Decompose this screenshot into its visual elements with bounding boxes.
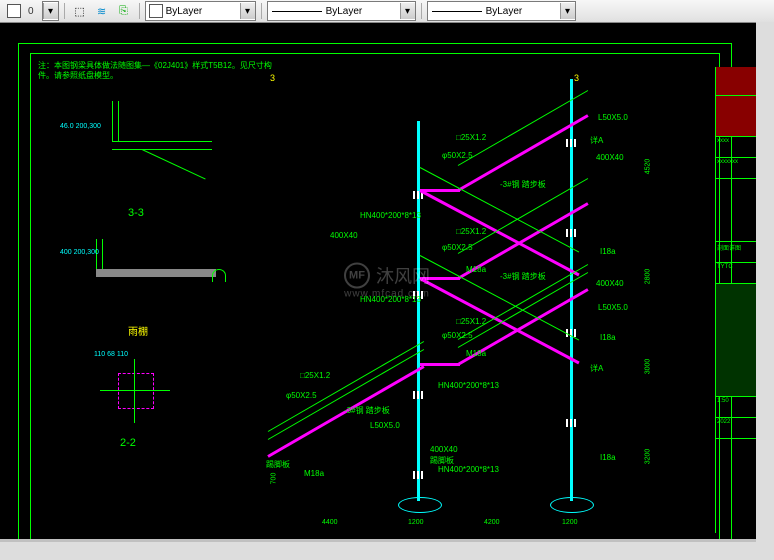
section-mark: 3 — [270, 73, 275, 83]
dim-label: 110 68 110 — [94, 351, 128, 358]
layer-swatch — [149, 4, 163, 18]
chevron-down-icon: ▾ — [43, 3, 58, 19]
separator — [421, 3, 422, 19]
dim-700: 700 — [270, 473, 277, 485]
coord-readout: 0 — [28, 6, 34, 17]
separator — [139, 3, 140, 19]
section-label-33: 3-3 — [128, 207, 144, 219]
anno-hn400: HN400*200*8*13 — [360, 295, 421, 304]
landing-3 — [420, 189, 460, 192]
dim-label: 400 200,300 — [60, 249, 99, 256]
drawing-canvas[interactable]: 注：本图钢梁具体做法随图集—《02J401》样式T5B12。见尺寸构件。请参照纸… — [0, 23, 774, 539]
lineweight-combo[interactable]: ByLayer ▾ — [427, 1, 576, 21]
anno-400x40: 400X40 — [430, 445, 458, 454]
dim-4200: 4200 — [484, 519, 500, 526]
column-base-1 — [398, 497, 442, 513]
anno-i18a: I18a — [600, 333, 616, 342]
anno-m18a: M18a — [304, 469, 324, 478]
anno-floor: -3#钢 踏步板 — [500, 271, 546, 282]
chevron-down-icon: ▾ — [400, 3, 415, 19]
steel-column-1 — [417, 121, 420, 501]
detail-3-3 — [52, 101, 232, 191]
dim-4520: 4520 — [644, 159, 651, 175]
anno-400x40: 400X40 — [330, 231, 358, 240]
anno-m18a: M18a — [466, 349, 486, 358]
dim-1200: 1200 — [408, 519, 424, 526]
section-label-22: 2-2 — [120, 437, 136, 449]
anno-phi50: φ50X2.5 — [286, 391, 317, 400]
anno-400x40: 400X40 — [596, 153, 624, 162]
anno-i18a: I18a — [600, 247, 616, 256]
linetype-preview — [272, 11, 322, 12]
chevron-down-icon: ▾ — [560, 3, 575, 19]
general-note: 注：本图钢梁具体做法随图集—《02J401》样式T5B12。见尺寸构件。请参照纸… — [38, 61, 278, 80]
dim-4400: 4400 — [322, 519, 338, 526]
dim-2800: 2800 — [644, 269, 651, 285]
landing-2 — [420, 277, 460, 280]
dim-label: 46.0 200,300 — [60, 123, 101, 130]
anno-hn400: HN400*200*8*13 — [438, 381, 499, 390]
layer-combo[interactable]: ByLayer ▾ — [145, 1, 256, 21]
color-combo[interactable]: ▾ — [42, 1, 59, 21]
landing-1 — [420, 363, 460, 366]
column-base-2 — [550, 497, 594, 513]
anno-sq25: □25X1.2 — [456, 227, 486, 236]
anno-phi50: φ50X2.5 — [442, 243, 473, 252]
section-label-yupeng: 雨棚 — [128, 323, 148, 338]
horizontal-scrollbar[interactable] — [0, 542, 756, 560]
lineweight-preview — [432, 11, 482, 12]
anno-l50: L50X5.0 — [370, 421, 400, 430]
linetype-name: ByLayer — [326, 6, 400, 17]
vertical-scrollbar[interactable] — [756, 22, 774, 560]
layer-name: ByLayer — [166, 6, 240, 17]
anno-detA: 详A — [590, 135, 603, 146]
anno-hn400: HN400*200*8*13 — [360, 211, 421, 220]
anno-m18a: M18a — [466, 265, 486, 274]
linetype-combo[interactable]: ByLayer ▾ — [267, 1, 416, 21]
dim-1200: 1200 — [562, 519, 578, 526]
anno-l50: L50X5.0 — [598, 303, 628, 312]
anno-detA: 详A — [590, 363, 603, 374]
anno-sq25: □25X1.2 — [456, 133, 486, 142]
detail-2-2 — [90, 353, 180, 433]
anno-phi50: φ50X2.5 — [442, 151, 473, 160]
dim-3000: 3000 — [644, 359, 651, 375]
layer-match-button[interactable]: ⎘ — [114, 1, 134, 21]
anno-l50: L50X5.0 — [598, 113, 628, 122]
dim-3200: 3200 — [644, 449, 651, 465]
lineweight-name: ByLayer — [486, 6, 560, 17]
anno-sq25: □25X1.2 — [456, 317, 486, 326]
separator — [64, 3, 65, 19]
anno-tabu2: 踢脚板 — [266, 459, 290, 470]
chevron-down-icon: ▾ — [240, 3, 255, 19]
anno-tabu2: 踢脚板 — [430, 455, 454, 466]
anno-sq25: □25X1.2 — [300, 371, 330, 380]
anno-400x40: 400X40 — [596, 279, 624, 288]
separator — [261, 3, 262, 19]
anno-i18a: I18a — [600, 453, 616, 462]
properties-toolbar: 0 ▾ ⬚ ≋ ⎘ ByLayer ▾ ByLayer ▾ ByLayer ▾ — [0, 0, 774, 23]
anno-phi50: φ50X2.5 — [442, 331, 473, 340]
anno-hn400: HN400*200*8*13 — [438, 465, 499, 474]
color-picker-button[interactable] — [4, 1, 24, 21]
steel-column-2 — [570, 79, 573, 501]
anno-floor: -3#钢 踏步板 — [344, 405, 390, 416]
anno-floor: -3#钢 踏步板 — [500, 179, 546, 190]
layer-iso-button[interactable]: ⬚ — [70, 1, 90, 21]
layer-manager-button[interactable]: ≋ — [92, 1, 112, 21]
section-mark: 3 — [574, 73, 579, 83]
